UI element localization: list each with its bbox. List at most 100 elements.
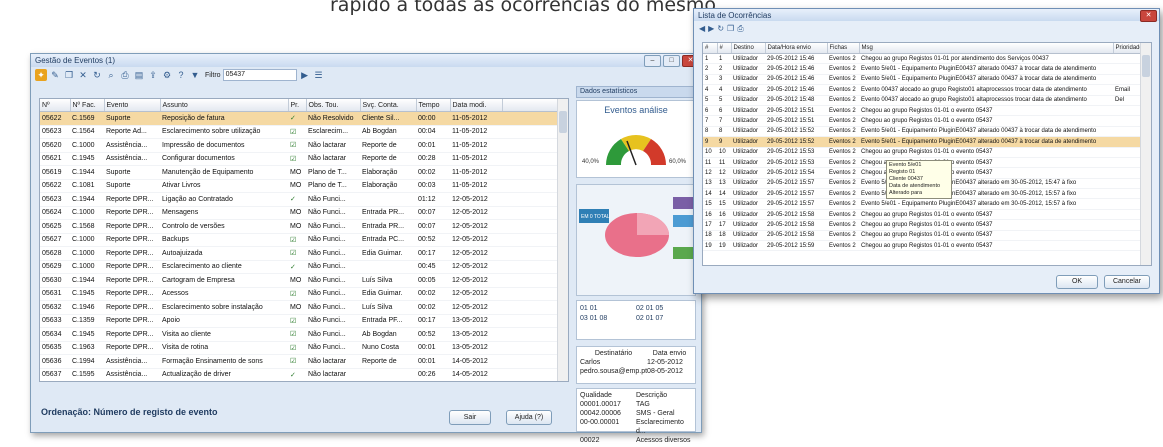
table-row[interactable]: 05630 C.1944 Reporte DPR... Cartogram de Em… [40,273,558,288]
dialog-vertical-scrollbar[interactable] [1140,43,1151,265]
column-header[interactable]: Assunto [160,99,289,112]
table-row[interactable]: 18 18 Utilizador 29-05-2012 15:58 Eventos 2C… [703,230,1141,242]
column-header[interactable]: Data modi. [450,99,503,112]
table-row[interactable]: 8 8 Utilizador 29-05-2012 15:52 Eventos 2 Eve… [703,126,1141,138]
table-cell [1113,157,1141,169]
table-row[interactable]: 05633 C.1359 Reporte DPR... Apoio ☑ Não Funci… [40,314,558,328]
search-icon[interactable]: ⌕ [105,69,117,81]
table-row[interactable]: 7 7 Utilizador 29-05-2012 15:51 Eventos 2 Che… [703,115,1141,127]
table-cell: Instalação de serviços [160,382,288,383]
dialog-ok-button[interactable]: OK [1056,275,1098,289]
maximize-button[interactable]: □ [663,55,680,67]
table-cell [1113,209,1141,221]
table-cell: 05619 [40,165,70,180]
apply-filter-icon[interactable]: ▶ [299,69,311,81]
exit-button[interactable]: Sair [449,410,491,425]
print-icon[interactable]: ⎙ [119,69,131,81]
column-header[interactable]: Msg [859,43,1114,54]
export-icon[interactable]: ⇪ [147,69,159,81]
table-row[interactable]: 19 19 Utilizador 29-05-2012 15:59 Eventos 2C… [703,240,1141,252]
table-row[interactable]: 05636 C.1994 Assistência... Formação Ensina… [40,354,558,369]
table-row[interactable]: 1 1 Utilizador 29-05-2012 15:46 Eventos 2 Che… [703,53,1141,65]
print-icon[interactable]: ⎙ [737,24,743,36]
table-row[interactable]: 05628 C.1000 Reporte DPR... Autoajuizada ☑ Nã… [40,246,558,261]
new-event-icon[interactable]: ✦ [35,69,47,81]
table-row[interactable]: 05638C.1596Assistência...Instalação de s… [40,382,558,383]
table-cell: 29-05-2012 15:52 [765,126,827,138]
table-row[interactable]: 15 15 Utilizador 29-05-2012 15:57 Eventos 2E… [703,198,1141,210]
table-row[interactable]: 05625 C.1568 Reporte DPR... Controlo de ver… [40,219,558,234]
table-cell: Utilizador [731,230,765,242]
column-header[interactable]: # [703,43,718,54]
table-row[interactable]: 05634 C.1945 Reporte DPR... Visita ao clien… [40,327,558,342]
table-cell: Eventos 2 [827,198,859,210]
table-row[interactable]: 05622 C.1569 Suporte Reposição de fatura ✓ Nã… [40,111,558,126]
column-header[interactable]: Obs. Tou. [306,99,361,112]
column-header[interactable]: Svç. Conta. [360,99,417,112]
edit-icon[interactable]: ✎ [49,69,61,81]
table-cell: 05625 [40,219,70,234]
table-row[interactable]: 05629 C.1000 Reporte DPR... Esclarecimento … [40,260,558,274]
table-row[interactable]: 05632 C.1946 Reporte DPR... Esclarecimento … [40,300,558,315]
delete-icon[interactable]: ✕ [77,69,89,81]
column-chooser[interactable] [502,99,559,112]
settings-icon[interactable]: ⚙ [161,69,173,81]
help-icon[interactable]: ? [175,69,187,81]
table-row[interactable]: 16 16 Utilizador 29-05-2012 15:58 Eventos 2C… [703,209,1141,221]
filter-input[interactable]: 05437 [222,69,297,81]
refresh-icon[interactable]: ↻ [717,24,724,36]
table-row[interactable]: 05622 C.1081 Suporte Ativar Livros MO Plano d… [40,179,558,193]
table-row[interactable]: 2 2 Utilizador 29-05-2012 15:46 Eventos 2 Eve… [703,63,1141,75]
table-row[interactable]: 05619 C.1944 Suporte Manutenção de Equipame… [40,165,558,180]
help-button[interactable]: Ajuda (?) [506,410,552,425]
dialog-titlebar: Lista de Ocorrências ✕ [694,9,1159,22]
table-cell: Reporte DPR... [104,233,160,247]
table-cell: 13-05-2012 [450,314,502,328]
table-row[interactable]: 05624 C.1000 Reporte DPR... Mensagens MO Não … [40,206,558,220]
table-row[interactable]: 05623 C.1944 Reporte DPR... Ligação ao Cont… [40,192,558,207]
minimize-button[interactable]: – [644,55,661,67]
table-row[interactable]: 6 6 Utilizador 29-05-2012 15:51 Eventos 2 Che… [703,105,1141,117]
forward-icon[interactable]: ▶ [708,24,714,36]
table-cell: 11 [717,157,731,169]
dialog-close-button[interactable]: ✕ [1140,10,1157,22]
column-header[interactable]: Evento [104,99,161,112]
filter-icon[interactable]: ▼ [189,69,201,81]
column-header[interactable]: Data/Hora envio [765,43,828,54]
column-header[interactable]: Pr. [288,99,307,112]
column-header[interactable]: Destino [731,43,766,54]
table-row[interactable]: 05635 C.1963 Reporte DPR... Visita de rotin… [40,341,558,355]
table-cell: Assistência... [104,354,160,369]
column-header[interactable]: # [717,43,732,54]
table-row[interactable]: 9 9 Utilizador 29-05-2012 15:52 Eventos 2 Eve… [703,136,1141,148]
table-cell: MO [288,273,306,288]
copy-icon[interactable]: ❐ [63,69,75,81]
column-header[interactable]: Tempo [416,99,451,112]
table-row[interactable]: 5 5 Utilizador 29-05-2012 15:48 Eventos 2 Eve… [703,95,1141,106]
table-cell: Assistência... [104,152,160,166]
column-header[interactable]: Nº Fac. [70,99,105,112]
table-row[interactable]: 4 4 Utilizador 29-05-2012 15:46 Eventos 2 Eve… [703,84,1141,96]
table-row[interactable]: 05627 C.1000 Reporte DPR... Backups ☑ Não Fun… [40,233,558,247]
table-row[interactable]: 17 17 Utilizador 29-05-2012 15:58 Eventos 2C… [703,219,1141,231]
column-header[interactable]: Fichas [827,43,860,54]
table-cell: 4 [717,84,731,96]
copy-icon[interactable]: ❐ [727,24,734,36]
vertical-scrollbar[interactable] [557,99,568,381]
options-icon[interactable]: ☰ [313,69,325,81]
column-header[interactable]: Nº [40,99,71,112]
table-row[interactable]: 3 3 Utilizador 29-05-2012 15:46 Eventos 2 Eve… [703,74,1141,86]
table-row[interactable]: 05631 C.1945 Reporte DPR... Acessos ☑ Não Fun… [40,287,558,301]
table-row[interactable]: 05621 C.1945 Assistência... Configurar docu… [40,152,558,166]
column-header[interactable]: Prioridade [1113,43,1142,54]
quality-code: 00022 [580,437,600,444]
table-row[interactable]: 05620 C.1000 Assistência... Impressão de do… [40,138,558,153]
refresh-icon[interactable]: ↻ [91,69,103,81]
back-icon[interactable]: ◀ [699,24,705,36]
table-row[interactable]: 10 10 Utilizador 29-05-2012 15:53 Eventos 2C… [703,147,1141,158]
dialog-cancel-button[interactable]: Cancelar [1104,275,1150,289]
table-row[interactable]: 05637 C.1595 Assistência... Actualização de… [40,368,558,381]
table-row[interactable]: 05623 C.1564 Reporte Ad... Esclarecimento s… [40,125,558,139]
table-cell: Autoajuizada [160,246,288,261]
chart-icon[interactable]: ▤ [133,69,145,81]
